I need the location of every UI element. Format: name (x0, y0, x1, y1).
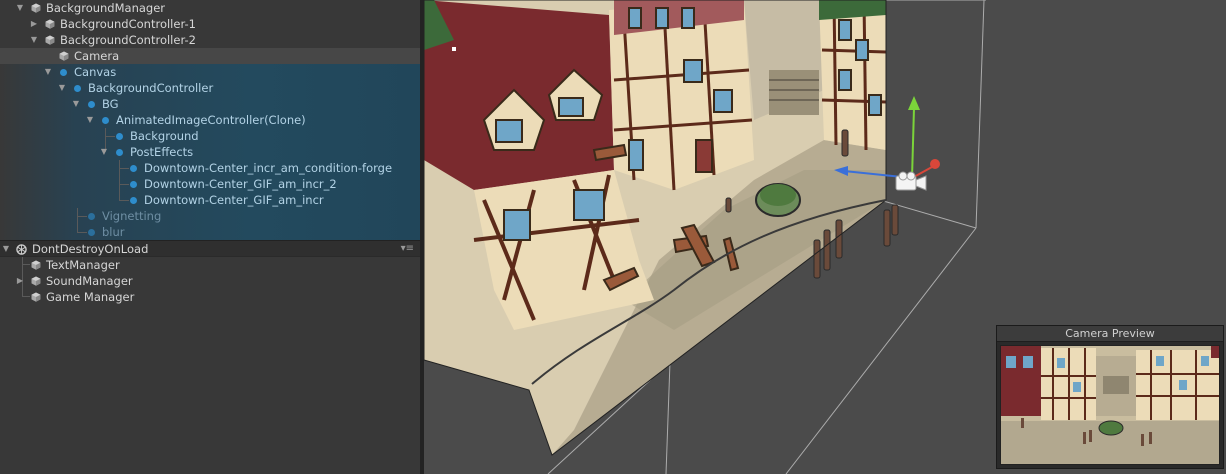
ui-element-icon (74, 85, 81, 92)
scene-header-dontdestroyonload[interactable]: ▼ DontDestroyOnLoad ▾≡ (0, 240, 420, 257)
cube-icon (45, 19, 55, 29)
ui-element-icon (60, 69, 67, 76)
ui-element-icon (116, 149, 123, 156)
hierarchy-item-soundmanager[interactable]: ▶ SoundManager (0, 273, 420, 289)
hierarchy-item-label: Vignetting (102, 209, 162, 223)
expand-arrow-icon[interactable]: ▼ (29, 32, 39, 48)
hierarchy-item-bg[interactable]: ▼ BG (0, 96, 420, 112)
hierarchy-item-label: Background (130, 129, 199, 143)
expand-arrow-icon[interactable]: ▼ (15, 0, 25, 16)
ui-element-icon (130, 165, 137, 172)
hierarchy-item-background[interactable]: Background (0, 128, 420, 144)
hierarchy-item-backgroundcontroller-1[interactable]: ▶ BackgroundController-1 (0, 16, 420, 32)
cube-icon (31, 276, 41, 286)
expand-arrow-icon[interactable]: ▼ (1, 241, 11, 257)
ui-element-icon (116, 133, 123, 140)
hierarchy-panel: ▼ BackgroundManager ▶ BackgroundControll… (0, 0, 420, 474)
ui-element-icon (88, 101, 95, 108)
expand-arrow-icon[interactable]: ▼ (57, 80, 67, 96)
cube-icon (59, 51, 69, 61)
hierarchy-item-backgroundcontroller[interactable]: ▼ BackgroundController (0, 80, 420, 96)
cube-icon (45, 35, 55, 45)
hierarchy-item-gamemanager[interactable]: Game Manager (0, 289, 420, 305)
ui-element-icon (130, 197, 137, 204)
hierarchy-item-textmanager[interactable]: TextManager (0, 257, 420, 273)
hierarchy-item-label: AnimatedImageController(Clone) (116, 113, 306, 127)
hierarchy-item-backgroundcontroller-2[interactable]: ▼ BackgroundController-2 (0, 32, 420, 48)
hierarchy-item-label: BackgroundController-1 (60, 17, 196, 31)
hierarchy-item-label: TextManager (46, 258, 120, 272)
hierarchy-item-label: Canvas (74, 65, 117, 79)
ui-element-icon (102, 117, 109, 124)
hierarchy-item-vignetting[interactable]: Vignetting (0, 208, 420, 224)
hierarchy-item-label: SoundManager (46, 274, 133, 288)
hierarchy-item-posteffects[interactable]: ▼ PostEffects (0, 144, 420, 160)
ui-element-icon (88, 213, 95, 220)
hierarchy-item-downtown-forge[interactable]: Downtown-Center_incr_am_condition-forge (0, 160, 420, 176)
expand-arrow-icon[interactable]: ▼ (99, 144, 109, 160)
hierarchy-item-label: BackgroundController-2 (60, 33, 196, 47)
hierarchy-item-label: BackgroundController (88, 81, 214, 95)
expand-arrow-icon[interactable]: ▼ (71, 96, 81, 112)
unity-scene-icon (16, 244, 27, 255)
gizmo-x-handle-icon[interactable] (930, 159, 940, 169)
hierarchy-item-canvas[interactable]: ▼ Canvas (0, 64, 420, 80)
hierarchy-item-backgroundmanager[interactable]: ▼ BackgroundManager (0, 0, 420, 16)
hierarchy-item-label: PostEffects (130, 145, 194, 159)
hierarchy-item-label: Camera (74, 49, 120, 63)
hierarchy-item-animatedimagecontroller[interactable]: ▼ AnimatedImageController(Clone) (0, 112, 420, 128)
hierarchy-item-label: BG (102, 97, 119, 111)
camera-preview-window[interactable]: Camera Preview (996, 325, 1224, 469)
hierarchy-item-label: BackgroundManager (46, 1, 166, 15)
cube-icon (31, 3, 41, 13)
cube-icon (31, 292, 41, 302)
collapsed-arrow-icon[interactable]: ▶ (15, 273, 25, 289)
hierarchy-item-label: Game Manager (46, 290, 135, 304)
ui-element-icon (88, 229, 95, 236)
rect-handle[interactable] (452, 47, 456, 51)
hierarchy-item-camera[interactable]: Camera (0, 48, 420, 64)
hierarchy-item-blur[interactable]: blur (0, 224, 420, 240)
hierarchy-item-downtown-gif-2[interactable]: Downtown-Center_GIF_am_incr_2 (0, 176, 420, 192)
camera-preview-title: Camera Preview (997, 326, 1223, 342)
collapsed-arrow-icon[interactable]: ▶ (29, 16, 39, 32)
expand-arrow-icon[interactable]: ▼ (43, 64, 53, 80)
scene-label: DontDestroyOnLoad (32, 242, 149, 256)
cube-icon (31, 260, 41, 270)
scene-menu-icon[interactable]: ▾≡ (401, 241, 414, 257)
hierarchy-item-label: Downtown-Center_GIF_am_incr_2 (144, 177, 337, 191)
expand-arrow-icon[interactable]: ▼ (85, 112, 95, 128)
hierarchy-item-downtown-gif[interactable]: Downtown-Center_GIF_am_incr (0, 192, 420, 208)
hierarchy-item-label: Downtown-Center_incr_am_condition-forge (144, 161, 393, 175)
hierarchy-item-label: blur (102, 225, 125, 239)
hierarchy-item-label: Downtown-Center_GIF_am_incr (144, 193, 324, 207)
camera-preview-image (1000, 345, 1220, 465)
ui-element-icon (130, 181, 137, 188)
